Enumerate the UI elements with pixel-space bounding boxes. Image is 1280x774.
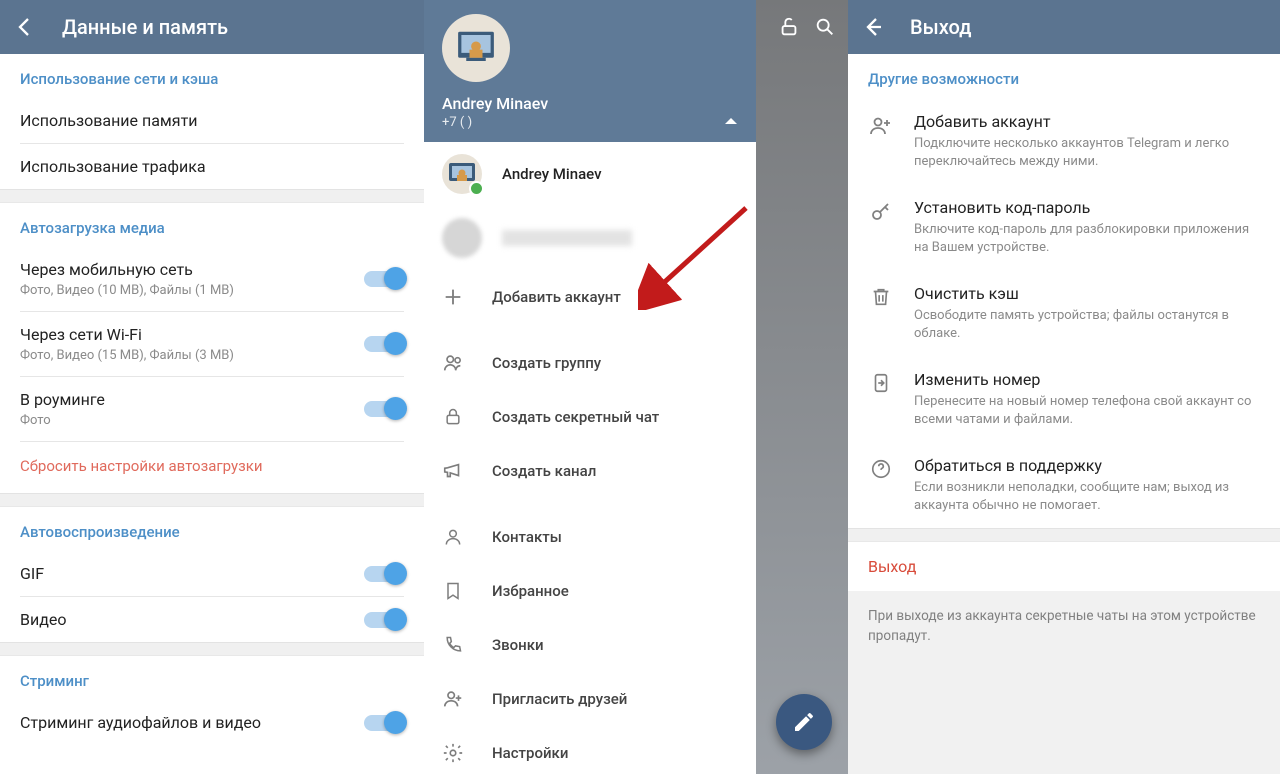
- row-wifi[interactable]: Через сети Wi-FiФото, Видео (15 MB), Фай…: [0, 312, 424, 376]
- row-data-usage[interactable]: Использование трафика: [0, 144, 424, 189]
- menu-invite[interactable]: Пригласить друзей: [424, 672, 756, 726]
- section-autoplay: Автовоспроизведение: [0, 507, 424, 551]
- menu-saved[interactable]: Избранное: [424, 564, 756, 618]
- screen-logout: Выход Другие возможности Добавить аккаун…: [848, 0, 1280, 774]
- toggle-gif[interactable]: [364, 566, 404, 582]
- logout-button[interactable]: Выход: [848, 542, 1280, 591]
- toggle-mobile[interactable]: [364, 271, 404, 287]
- row-gif[interactable]: GIF: [0, 551, 424, 596]
- menu-add-account[interactable]: Добавить аккаунт: [424, 270, 756, 324]
- screen-drawer: Andrey Minaev +7 ( ) Andrey Minaev Добав…: [424, 0, 848, 774]
- reset-autodownload[interactable]: Сбросить настройки автозагрузки: [0, 442, 424, 493]
- bookmark-icon: [442, 580, 464, 602]
- drawer-header[interactable]: Andrey Minaev +7 ( ): [424, 0, 756, 142]
- drawer-username: Andrey Minaev: [442, 94, 738, 113]
- topbar: Данные и память: [0, 0, 424, 54]
- account-second[interactable]: [424, 206, 756, 270]
- opt-change-number[interactable]: Изменить номерПеренесите на новый номер …: [848, 356, 1280, 442]
- megaphone-icon: [442, 460, 464, 482]
- screen-data-storage: Данные и память Использование сети и кэш…: [0, 0, 424, 774]
- search-icon[interactable]: [814, 16, 836, 38]
- person-plus-icon: [868, 112, 894, 170]
- menu-settings[interactable]: Настройки: [424, 726, 756, 774]
- back-arrow-icon[interactable]: [12, 14, 38, 40]
- menu-calls[interactable]: Звонки: [424, 618, 756, 672]
- avatar[interactable]: [442, 14, 510, 82]
- chevron-up-icon[interactable]: [724, 116, 738, 126]
- page-title: Данные и память: [62, 15, 228, 39]
- phone-icon: [442, 634, 464, 656]
- page-title: Выход: [910, 15, 972, 39]
- navigation-drawer: Andrey Minaev +7 ( ) Andrey Minaev Добав…: [424, 0, 756, 774]
- row-streaming[interactable]: Стриминг аудиофайлов и видео: [0, 700, 424, 745]
- row-roaming[interactable]: В роумингеФото: [0, 377, 424, 441]
- menu-secret-chat[interactable]: Создать секретный чат: [424, 390, 756, 444]
- section-streaming: Стриминг: [0, 656, 424, 700]
- menu-new-group[interactable]: Создать группу: [424, 336, 756, 390]
- sim-swap-icon: [868, 370, 894, 428]
- logout-note: При выходе из аккаунта секретные чаты на…: [848, 591, 1280, 774]
- opt-support[interactable]: Обратиться в поддержкуЕсли возникли непо…: [848, 442, 1280, 528]
- group-icon: [442, 352, 464, 374]
- toggle-roaming[interactable]: [364, 401, 404, 417]
- person-plus-icon: [442, 688, 464, 710]
- row-video[interactable]: Видео: [0, 597, 424, 642]
- account-name: Andrey Minaev: [502, 165, 602, 183]
- background-chat-list: [756, 0, 848, 774]
- account-name-redacted: [502, 230, 632, 246]
- avatar-icon: [442, 218, 482, 258]
- section-other-options: Другие возможности: [848, 54, 1280, 98]
- gear-icon: [442, 742, 464, 764]
- toggle-streaming[interactable]: [364, 715, 404, 731]
- avatar-icon: [442, 154, 482, 194]
- row-storage-usage[interactable]: Использование памяти: [0, 98, 424, 143]
- menu-contacts[interactable]: Контакты: [424, 510, 756, 564]
- row-mobile-data[interactable]: Через мобильную сетьФото, Видео (10 MB),…: [0, 247, 424, 311]
- back-arrow-icon[interactable]: [860, 14, 886, 40]
- opt-add-account[interactable]: Добавить аккаунтПодключите несколько акк…: [848, 98, 1280, 184]
- section-autodownload: Автозагрузка медиа: [0, 203, 424, 247]
- key-icon: [868, 198, 894, 256]
- question-icon: [868, 456, 894, 514]
- account-current[interactable]: Andrey Minaev: [424, 142, 756, 206]
- opt-clear-cache[interactable]: Очистить кэшОсвободите память устройства…: [848, 270, 1280, 356]
- lock-icon: [442, 406, 464, 428]
- menu-new-channel[interactable]: Создать канал: [424, 444, 756, 498]
- drawer-phone: +7 ( ): [442, 115, 738, 130]
- opt-passcode[interactable]: Установить код-парольВключите код-пароль…: [848, 184, 1280, 270]
- toggle-video[interactable]: [364, 612, 404, 628]
- online-badge-icon: [469, 181, 484, 196]
- fab-new-message[interactable]: [776, 694, 832, 750]
- trash-icon: [868, 284, 894, 342]
- plus-icon: [442, 286, 464, 308]
- unlock-icon[interactable]: [778, 16, 800, 38]
- person-icon: [442, 526, 464, 548]
- topbar: Выход: [848, 0, 1280, 54]
- toggle-wifi[interactable]: [364, 336, 404, 352]
- section-usage: Использование сети и кэша: [0, 54, 424, 98]
